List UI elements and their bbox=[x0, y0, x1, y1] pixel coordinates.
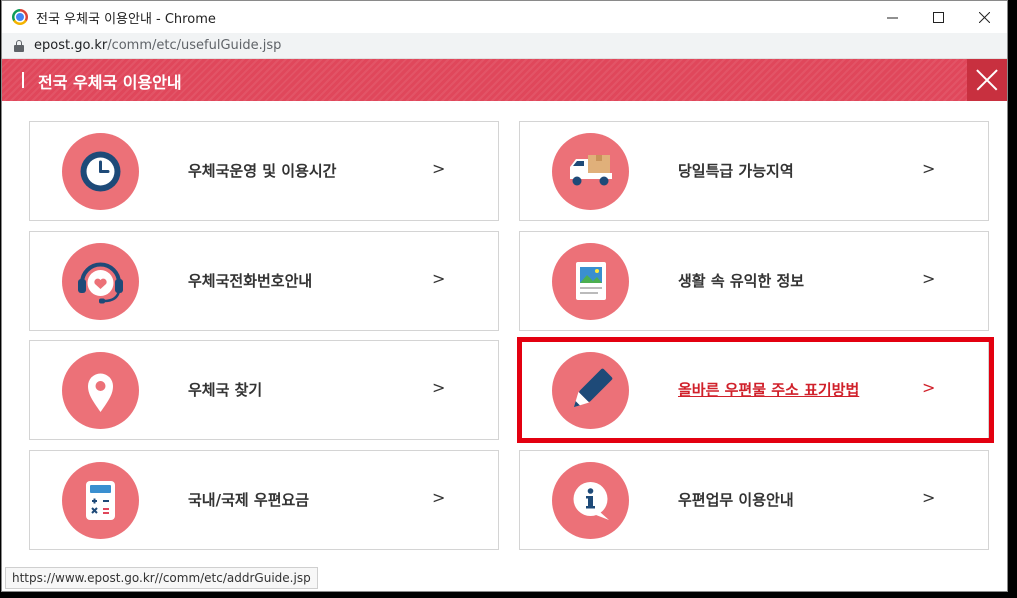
url-path: /comm/etc/usefulGuide.jsp bbox=[107, 38, 282, 53]
maximize-button[interactable] bbox=[915, 1, 961, 33]
close-window-button[interactable] bbox=[961, 1, 1007, 33]
card-label: 우편업무 이용안내 bbox=[678, 491, 794, 509]
title-bar: 전국 우체국 이용안내 - Chrome bbox=[2, 1, 1007, 33]
window-title: 전국 우체국 이용안내 - Chrome bbox=[36, 11, 216, 27]
headset-icon bbox=[62, 243, 139, 320]
maximize-icon bbox=[932, 11, 944, 23]
url-host: epost.go.kr bbox=[34, 38, 108, 53]
chevron-right-icon: > bbox=[432, 159, 446, 178]
url-text[interactable]: epost.go.kr/comm/etc/usefulGuide.jsp bbox=[34, 38, 281, 53]
window-controls bbox=[869, 1, 1007, 33]
card-operation-hours[interactable]: 우체국운영 및 이용시간 > bbox=[29, 121, 499, 221]
card-label: 생활 속 유익한 정보 bbox=[678, 272, 805, 290]
card-phone-directory[interactable]: 우체국전화번호안내 > bbox=[29, 231, 499, 331]
calculator-icon bbox=[62, 462, 139, 539]
card-label: 국내/국제 우편요금 bbox=[188, 491, 310, 509]
chevron-right-icon: > bbox=[922, 488, 936, 507]
card-postal-service-guide[interactable]: 우편업무 이용안내 > bbox=[519, 450, 989, 550]
picture-document-icon bbox=[552, 243, 629, 320]
chevron-right-icon: > bbox=[432, 488, 446, 507]
browser-window: 전국 우체국 이용안내 - Chrome epost.go.kr/comm/et… bbox=[1, 0, 1008, 592]
close-icon bbox=[978, 11, 990, 23]
card-label: 당일특급 가능지역 bbox=[678, 162, 794, 180]
chevron-right-icon: > bbox=[432, 378, 446, 397]
card-same-day-delivery[interactable]: 당일특급 가능지역 > bbox=[519, 121, 989, 221]
card-label: 우체국 찾기 bbox=[188, 381, 263, 399]
status-bar-url: https://www.epost.go.kr//comm/etc/addrGu… bbox=[5, 567, 318, 589]
page-title: 전국 우체국 이용안내 bbox=[38, 73, 182, 92]
selection-highlight bbox=[517, 337, 994, 443]
card-find-post-office[interactable]: 우체국 찾기 > bbox=[29, 340, 499, 440]
header-accent-bar bbox=[22, 72, 24, 88]
chrome-logo-icon bbox=[12, 9, 28, 25]
location-pin-icon bbox=[62, 352, 139, 429]
chevron-right-icon: > bbox=[922, 269, 936, 288]
minimize-button[interactable] bbox=[869, 1, 915, 33]
address-bar[interactable]: epost.go.kr/comm/etc/usefulGuide.jsp bbox=[2, 33, 1007, 59]
card-label: 우체국전화번호안내 bbox=[188, 272, 313, 290]
chevron-right-icon: > bbox=[922, 159, 936, 178]
page-header: 전국 우체국 이용안내 bbox=[2, 59, 1007, 101]
delivery-truck-icon bbox=[552, 133, 629, 210]
clock-icon bbox=[62, 133, 139, 210]
card-postage-rates[interactable]: 국내/국제 우편요금 > bbox=[29, 450, 499, 550]
card-useful-info[interactable]: 생활 속 유익한 정보 > bbox=[519, 231, 989, 331]
info-icon bbox=[552, 462, 629, 539]
minimize-icon bbox=[886, 17, 898, 18]
card-label: 우체국운영 및 이용시간 bbox=[188, 162, 337, 180]
close-popup-button[interactable] bbox=[967, 59, 1007, 101]
lock-icon bbox=[14, 39, 24, 52]
chevron-right-icon: > bbox=[432, 269, 446, 288]
